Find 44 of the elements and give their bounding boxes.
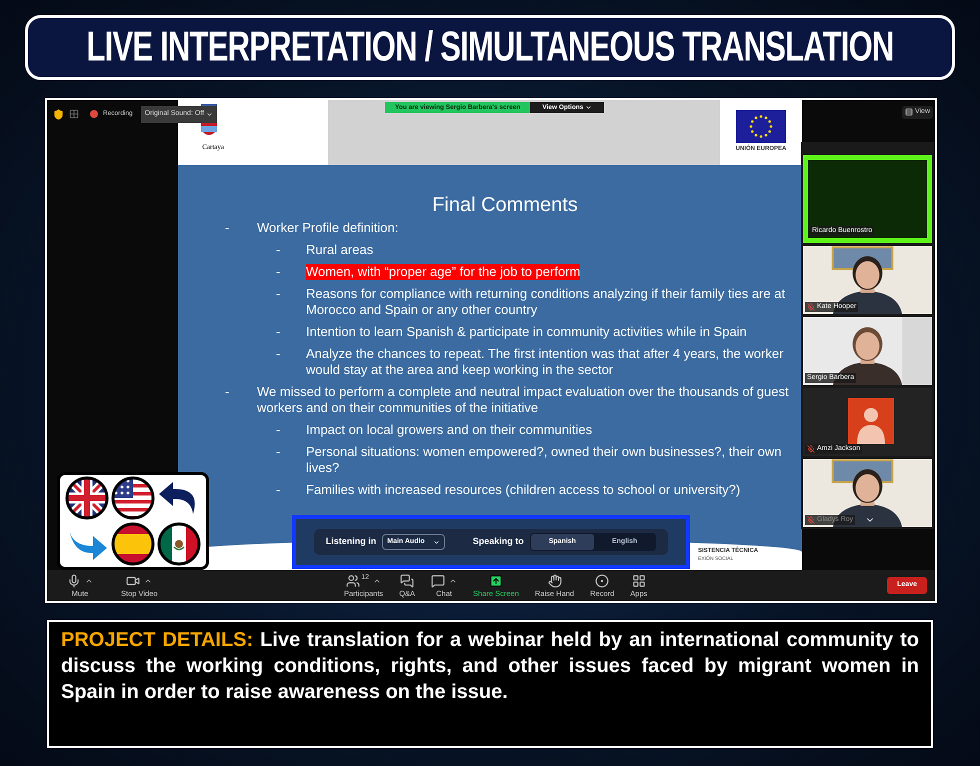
- sub-bullet-text: Personal situations: women empowered?, owned their own businesses?, their own lives?: [306, 444, 782, 476]
- dash-marker: -: [275, 324, 282, 340]
- microphone-icon: [67, 574, 81, 588]
- apps-grid-icon: [632, 574, 646, 588]
- spain-flag-icon: [111, 522, 155, 566]
- shield-icon: [53, 108, 64, 120]
- listening-label: Listening in: [326, 535, 376, 548]
- hand-icon: [548, 574, 562, 588]
- bullet-text: We missed to perform a complete and neutral impact evaluation over the thousands of guest workers and on their communities of the initiative: [257, 384, 790, 416]
- chat-bubble-icon: [431, 574, 446, 588]
- us-flag-icon: [111, 476, 155, 520]
- mexico-flag-icon: [157, 522, 201, 566]
- sub-bullet-text: Intention to learn Spanish & participate in community activities while in Spain: [306, 324, 747, 340]
- sub-bullet-text: Impact on local growers and on their communities: [306, 422, 592, 438]
- dash-marker: -: [275, 482, 282, 498]
- avatar-icon: [848, 398, 894, 444]
- sub-bullet-text: Rural areas: [306, 242, 374, 258]
- dash-marker: -: [275, 264, 282, 280]
- dash-marker: -: [275, 286, 282, 303]
- uk-flag-icon: [65, 476, 109, 520]
- eu-flag-icon: [736, 110, 786, 143]
- dash-marker: -: [225, 220, 230, 236]
- dash-marker: -: [275, 242, 282, 258]
- bullet-text: Worker Profile definition:: [257, 220, 400, 236]
- caret-icon: [432, 538, 440, 546]
- dash-marker: -: [275, 422, 282, 438]
- caret-icon: [206, 110, 214, 118]
- sub-bullet-text: Women, with “proper age” for the job to perform: [306, 264, 580, 280]
- banner-title: LIVE INTERPRETATION / SIMULTANEOUS TRANSLATION: [86, 22, 894, 72]
- dash-marker: -: [225, 384, 230, 401]
- record-icon: [595, 574, 610, 588]
- sub-bullet-text: Analyze the chances to repeat. The first intention was that after 4 years, the worker would stay at the area and keep working in the sector: [306, 346, 784, 378]
- details-paragraph: PROJECT DETAILS: Live translation for a webinar held by an international community to discuss the working conditions, rights, and other issues faced by migrant women in Spain in order to raise awareness on the issue.: [61, 628, 919, 705]
- sub-bullet-text: Reasons for compliance with returning conditions analyzing if their family ties are at Morocco and Spain or any other country: [306, 286, 786, 318]
- slide-title: Final Comments: [431, 193, 579, 217]
- speaking-label: Speaking to: [472, 535, 524, 548]
- chat-bubbles-icon: [400, 574, 414, 588]
- grid-icon: [69, 109, 79, 120]
- dash-marker: -: [275, 346, 282, 363]
- people-icon: [346, 574, 360, 588]
- dash-marker: -: [275, 444, 282, 461]
- caret-icon: [585, 104, 592, 111]
- view-icon: [904, 108, 913, 116]
- sub-bullet-text: Families with increased resources (children access to school or university?): [306, 482, 740, 498]
